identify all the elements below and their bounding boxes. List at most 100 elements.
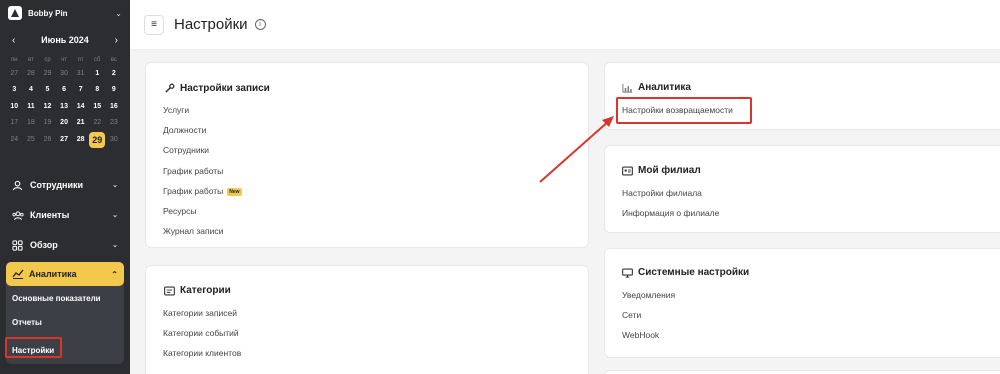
link-schedule[interactable]: График работы — [163, 166, 223, 176]
calendar-day[interactable]: 25 — [23, 132, 40, 148]
link-branch-settings[interactable]: Настройки филиала — [622, 188, 702, 198]
sidebar-item-overview[interactable]: Обзор ⌄ — [0, 230, 130, 260]
calendar-day-label: 29 — [89, 131, 106, 148]
card-title: Категории — [164, 285, 231, 296]
chevron-up-icon: ⌃ — [111, 269, 118, 279]
calendar-day[interactable]: 13 — [56, 99, 73, 115]
link-resources[interactable]: Ресурсы — [163, 206, 197, 216]
card-system-settings: Системные настройки Уведомления Сети Web… — [604, 248, 1000, 358]
calendar-day[interactable]: 4 — [23, 82, 40, 98]
highlight-annotation-retention — [616, 97, 752, 124]
sidebar-item-clients[interactable]: Клиенты ⌄ — [0, 200, 130, 230]
chevron-left-icon[interactable]: ‹ — [12, 35, 15, 46]
calendar-dow: пн — [11, 57, 18, 63]
calendar-day[interactable]: 28 — [23, 66, 40, 82]
calendar-day[interactable]: 1 — [89, 66, 106, 82]
card-title: Мой филиал — [622, 165, 701, 176]
calendar-day[interactable]: 26 — [39, 132, 56, 148]
calendar-dow: пт — [77, 57, 84, 63]
link-event-categories[interactable]: Категории событий — [163, 328, 239, 338]
calendar-dow: сб — [94, 57, 101, 63]
calendar-dow: ср — [44, 57, 51, 63]
sidebar-item-label: Аналитика — [29, 269, 77, 279]
sidebar-item-label: Клиенты — [30, 210, 70, 220]
calendar-day[interactable]: 30 — [56, 66, 73, 82]
sidebar-subitem-reports[interactable]: Отчеты — [6, 310, 124, 334]
calendar-day[interactable]: 24 — [6, 132, 23, 148]
calendar-day[interactable]: 16 — [106, 99, 123, 115]
calendar-day[interactable]: 14 — [72, 99, 89, 115]
sidebar: Bobby Pin ⌄ ‹ Июнь 2024 › пн вт ср чт пт сб вс… — [0, 0, 130, 374]
calendar-day[interactable]: 15 — [89, 99, 106, 115]
link-positions[interactable]: Должности — [163, 125, 206, 135]
calendar-day[interactable]: 29 — [39, 66, 56, 82]
calendar-day[interactable]: 19 — [39, 115, 56, 131]
link-record-categories[interactable]: Категории записей — [163, 308, 237, 318]
link-branch-info[interactable]: Информация о филиале — [622, 208, 719, 218]
calendar-day[interactable]: 18 — [23, 115, 40, 131]
calendar-day[interactable]: 12 — [39, 99, 56, 115]
new-badge: New — [227, 187, 242, 196]
link-booking-journal[interactable]: Журнал записи — [163, 226, 223, 236]
link-schedule-new-label: График работы — [163, 186, 224, 196]
calendar-day[interactable]: 20 — [56, 115, 73, 131]
calendar-day[interactable]: 8 — [89, 82, 106, 98]
folder-icon — [164, 285, 175, 296]
calendar-day[interactable]: 3 — [6, 82, 23, 98]
link-schedule-new[interactable]: График работы New — [163, 186, 242, 196]
sidebar-subitem-main-metrics[interactable]: Основные показатели — [6, 286, 124, 310]
chevron-down-icon: ⌄ — [112, 242, 118, 249]
calendar-day[interactable]: 27 — [6, 66, 23, 82]
calendar-day[interactable]: 23 — [106, 115, 123, 131]
id-card-icon — [622, 165, 633, 176]
calendar-day[interactable]: 27 — [56, 132, 73, 148]
link-webhook[interactable]: WebHook — [622, 330, 659, 340]
highlight-annotation-settings — [5, 337, 62, 358]
analytics-icon — [12, 269, 24, 279]
sidebar-item-label: Сотрудники — [30, 180, 84, 190]
calendar-day[interactable]: 22 — [89, 115, 106, 131]
calendar-day[interactable]: 5 — [39, 82, 56, 98]
chevron-down-icon: ⌄ — [112, 212, 118, 219]
calendar-day[interactable]: 11 — [23, 99, 40, 115]
calendar-day[interactable]: 21 — [72, 115, 89, 131]
chevron-right-icon[interactable]: › — [115, 35, 118, 46]
card-categories: Категории Категории записей Категории со… — [145, 265, 589, 374]
calendar-day[interactable]: 28 — [72, 132, 89, 148]
card-my-branch: Мой филиал Настройки филиала Информация … — [604, 145, 1000, 233]
menu-toggle-button[interactable]: ≡ — [144, 14, 164, 35]
link-services[interactable]: Услуги — [163, 105, 189, 115]
calendar-header: ‹ Июнь 2024 › — [0, 26, 130, 54]
arrow-annotation — [539, 116, 614, 183]
link-employees[interactable]: Сотрудники — [163, 145, 209, 155]
menu-icon: ≡ — [151, 19, 157, 30]
calendar-day[interactable]: 17 — [6, 115, 23, 131]
sidebar-item-employees[interactable]: Сотрудники ⌄ — [0, 170, 130, 200]
grid-icon — [12, 239, 24, 251]
card-partial — [604, 370, 1000, 374]
calendar-day[interactable]: 7 — [72, 82, 89, 98]
calendar-day[interactable]: 2 — [106, 66, 123, 82]
monitor-icon — [622, 267, 633, 278]
chevron-down-icon[interactable]: ⌄ — [115, 9, 122, 18]
calendar-dow: вс — [110, 57, 117, 63]
page-title: Настройки — [174, 16, 248, 33]
card-title-text: Системные настройки — [638, 267, 750, 278]
calendar-day[interactable]: 30 — [106, 132, 123, 148]
info-icon[interactable]: i — [254, 19, 266, 30]
sidebar-item-analytics[interactable]: Аналитика ⌃ — [6, 262, 124, 286]
link-client-categories[interactable]: Категории клиентов — [163, 348, 241, 358]
calendar-day[interactable]: 31 — [72, 66, 89, 82]
calendar-day[interactable]: 6 — [56, 82, 73, 98]
sidebar-nav: Сотрудники ⌄ Клиенты ⌄ Обзор ⌄ — [0, 170, 130, 260]
card-record-settings: Настройки записи Услуги Должности Сотруд… — [145, 62, 589, 248]
link-networks[interactable]: Сети — [622, 310, 641, 320]
brand-name: Bobby Pin — [28, 8, 68, 18]
calendar-day-today[interactable]: 29 — [89, 131, 106, 148]
calendar-day[interactable]: 10 — [6, 99, 23, 115]
calendar-title: Июнь 2024 — [41, 35, 89, 45]
link-notifications[interactable]: Уведомления — [622, 290, 675, 300]
page-header: ≡ Настройки i — [130, 0, 1000, 50]
calendar-day[interactable]: 9 — [106, 82, 123, 98]
brand-switcher[interactable]: Bobby Pin ⌄ — [0, 0, 130, 26]
